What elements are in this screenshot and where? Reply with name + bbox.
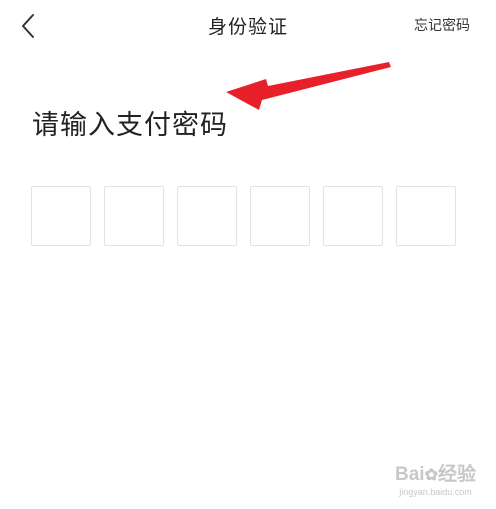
payment-password-page: 身份验证 忘记密码 请输入支付密码 Bai✿经验 jingyan.baidu.c… bbox=[0, 0, 496, 509]
pin-digit-box-6[interactable] bbox=[396, 186, 456, 246]
baidu-jingyan-watermark: Bai✿经验 jingyan.baidu.com bbox=[395, 464, 476, 497]
pin-digit-box-4[interactable] bbox=[250, 186, 310, 246]
pin-digit-box-5[interactable] bbox=[323, 186, 383, 246]
annotation-arrow-icon bbox=[226, 62, 391, 110]
watermark-brand-suffix: 经验 bbox=[437, 464, 476, 485]
paw-icon: ✿ bbox=[424, 467, 438, 484]
pin-input-row[interactable] bbox=[31, 186, 456, 246]
pin-digit-box-3[interactable] bbox=[177, 186, 237, 246]
forgot-password-link[interactable]: 忘记密码 bbox=[414, 15, 470, 35]
top-navigation-bar: 身份验证 忘记密码 bbox=[0, 0, 496, 52]
pin-digit-box-1[interactable] bbox=[31, 186, 91, 246]
watermark-domain: jingyan.baidu.com bbox=[399, 487, 472, 497]
watermark-brand: Bai bbox=[395, 464, 425, 485]
enter-payment-password-heading: 请输入支付密码 bbox=[32, 110, 228, 141]
pin-digit-box-2[interactable] bbox=[104, 186, 164, 246]
